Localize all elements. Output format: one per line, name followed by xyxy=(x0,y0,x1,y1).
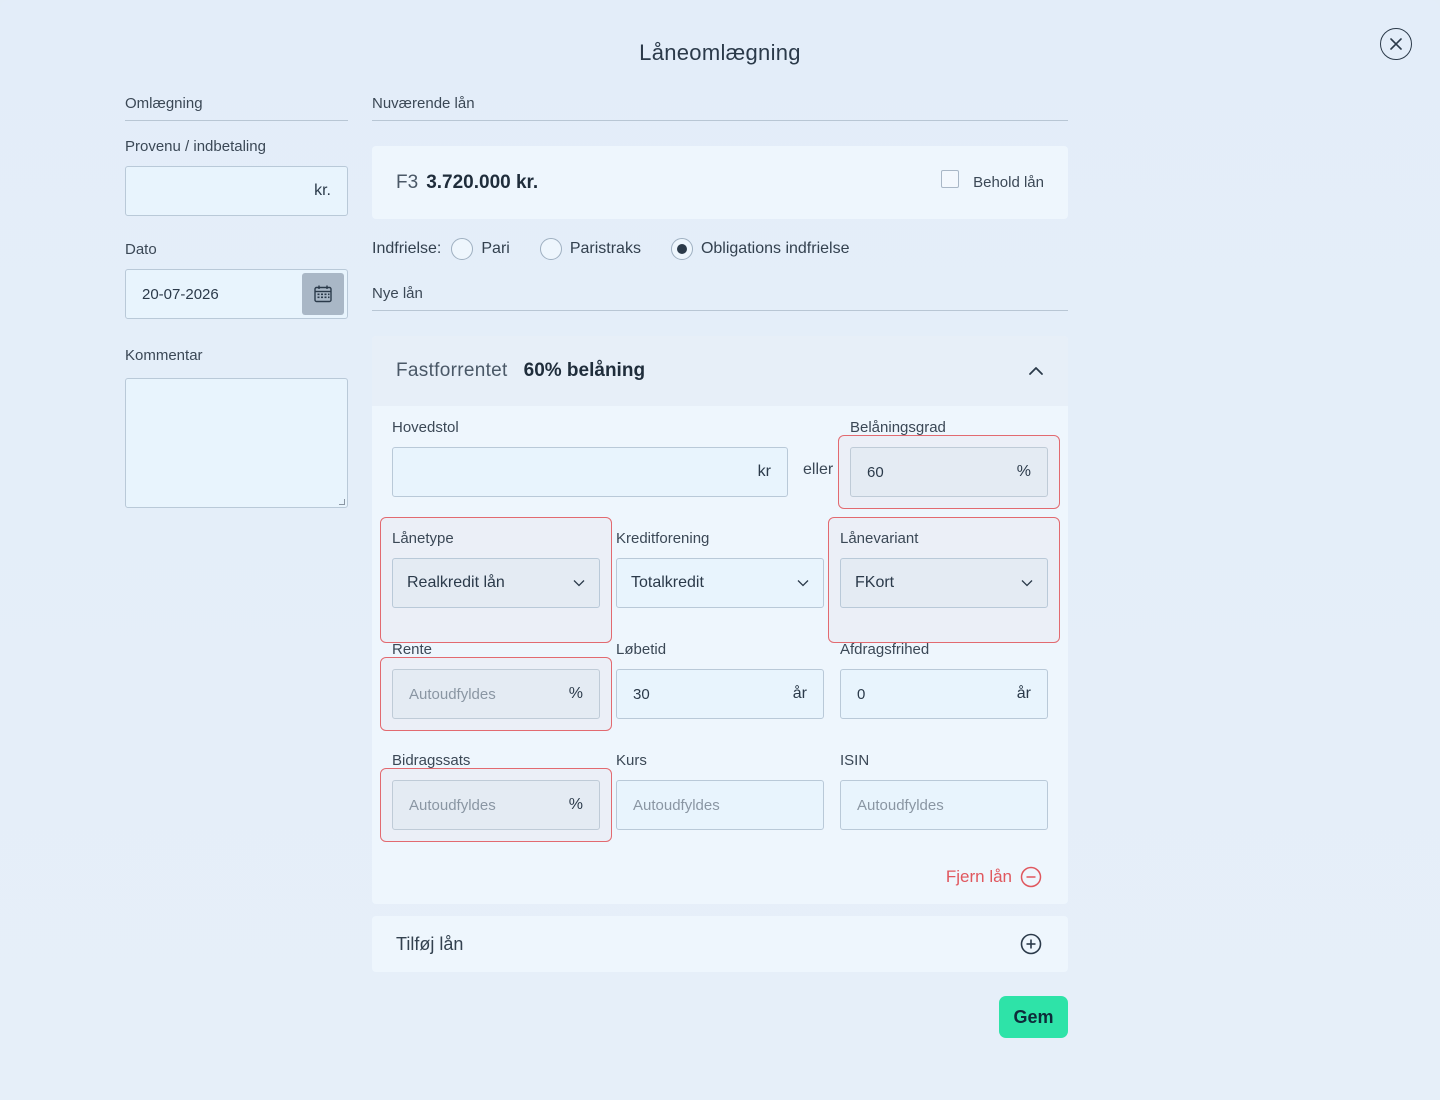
lanetype-select[interactable]: Realkredit lån xyxy=(392,558,600,608)
bidragssats-placeholder: Autoudfyldes xyxy=(409,796,496,814)
provenu-label: Provenu / indbetaling xyxy=(125,138,266,155)
radio-obligations-indfrielse[interactable]: Obligations indfrielse xyxy=(670,238,850,260)
new-loan-belaning-summary: 60% belåning xyxy=(523,360,646,381)
close-icon xyxy=(1390,38,1402,50)
loan-amount: 3.720.000 kr. xyxy=(426,171,539,193)
radio-label: Obligations indfrielse xyxy=(700,240,850,257)
lanetype-value: Realkredit lån xyxy=(407,574,505,591)
lobetid-unit: år xyxy=(792,685,807,702)
loan-restructure-modal: Låneomlægning Omlægning Provenu / indbet… xyxy=(0,0,1440,1100)
keep-loan-control[interactable] xyxy=(941,169,960,188)
new-loan-type: Fastforrentet xyxy=(396,360,508,381)
afdragsfrihed-input[interactable]: 0 år xyxy=(840,669,1048,719)
remove-loan-button[interactable]: Fjern lån xyxy=(946,866,1042,888)
provenu-unit: kr. xyxy=(314,182,331,199)
radio-label: Paristraks xyxy=(569,240,641,257)
kreditforening-label: Kreditforening xyxy=(616,530,710,547)
provenu-input[interactable]: kr. xyxy=(125,166,348,216)
bidragssats-input[interactable]: Autoudfyldes % xyxy=(392,780,600,830)
belaningsgrad-input[interactable]: 60 % xyxy=(850,447,1048,497)
radio-paristraks[interactable]: Paristraks xyxy=(539,238,641,260)
rente-unit: % xyxy=(568,685,583,702)
lobetid-value: 30 xyxy=(633,685,650,703)
loan-code: F3 xyxy=(396,171,419,193)
radio-circle-selected[interactable] xyxy=(670,238,693,260)
bidragssats-label: Bidragssats xyxy=(392,752,471,769)
indfrielse-options: Indfrielse: Pari Paristraks Obligations … xyxy=(372,236,849,262)
kreditforening-value: Totalkredit xyxy=(631,574,704,591)
chevron-down-icon xyxy=(573,580,585,587)
dato-label: Dato xyxy=(125,241,157,258)
calendar-icon xyxy=(314,285,332,303)
kommentar-textarea[interactable] xyxy=(125,378,348,508)
omlaegning-section-label: Omlægning xyxy=(125,95,348,121)
keep-loan-checkbox[interactable] xyxy=(941,169,960,188)
new-loans-section-label: Nye lån xyxy=(372,285,1068,311)
lanevariant-label: Lånevariant xyxy=(840,530,919,547)
lobetid-input[interactable]: 30 år xyxy=(616,669,824,719)
current-loan-card: F3 3.720.000 kr. Behold lån xyxy=(372,146,1068,219)
isin-label: ISIN xyxy=(840,752,870,769)
afdragsfrihed-label: Afdragsfrihed xyxy=(840,641,930,658)
kurs-input[interactable]: Autoudfyldes xyxy=(616,780,824,830)
eller-label: eller xyxy=(803,461,834,478)
current-loan-section-label: Nuværende lån xyxy=(372,95,1068,121)
new-loan-header[interactable]: Fastforrentet 60% belåning xyxy=(372,336,1068,406)
kurs-placeholder: Autoudfyldes xyxy=(633,796,720,814)
chevron-down-icon xyxy=(797,580,809,587)
belaningsgrad-unit: % xyxy=(1016,463,1031,480)
isin-input[interactable]: Autoudfyldes xyxy=(840,780,1048,830)
afdragsfrihed-unit: år xyxy=(1016,685,1031,702)
lanevariant-select[interactable]: FKort xyxy=(840,558,1048,608)
kurs-label: Kurs xyxy=(616,752,647,769)
belaningsgrad-value: 60 xyxy=(867,463,884,481)
rente-placeholder: Autoudfyldes xyxy=(409,685,496,703)
radio-label: Pari xyxy=(481,240,510,257)
calendar-button[interactable] xyxy=(302,273,344,315)
keep-loan-label[interactable]: Behold lån xyxy=(973,174,1044,191)
add-loan-label: Tilføj lån xyxy=(396,933,464,954)
hovedstol-input[interactable]: kr xyxy=(392,447,788,497)
kommentar-label: Kommentar xyxy=(125,347,203,364)
afdragsfrihed-value: 0 xyxy=(857,685,866,703)
radio-circle[interactable] xyxy=(539,238,562,260)
close-button[interactable] xyxy=(1380,28,1412,60)
bidragssats-unit: % xyxy=(568,796,583,813)
hovedstol-label: Hovedstol xyxy=(392,419,459,436)
chevron-down-icon xyxy=(1021,580,1033,587)
hovedstol-unit: kr xyxy=(757,463,771,480)
isin-placeholder: Autoudfyldes xyxy=(857,796,944,814)
lobetid-label: Løbetid xyxy=(616,641,667,658)
kreditforening-select[interactable]: Totalkredit xyxy=(616,558,824,608)
save-button[interactable]: Gem xyxy=(999,996,1068,1038)
lanevariant-value: FKort xyxy=(855,574,895,591)
modal-title: Låneomlægning xyxy=(639,40,801,65)
rente-label: Rente xyxy=(392,641,433,658)
resize-grip-icon[interactable] xyxy=(339,499,345,505)
new-loan-card: Fastforrentet 60% belåning Hovedstol kr … xyxy=(372,336,1068,904)
indfrielse-label: Indfrielse: xyxy=(372,240,442,257)
belaningsgrad-label: Belåningsgrad xyxy=(850,419,946,436)
dato-input[interactable]: 20-07-2026 xyxy=(125,269,348,319)
remove-loan-label: Fjern lån xyxy=(945,867,1012,886)
plus-circle-icon xyxy=(1020,933,1042,955)
radio-circle[interactable] xyxy=(451,238,474,260)
rente-input[interactable]: Autoudfyldes % xyxy=(392,669,600,719)
minus-circle-icon xyxy=(1020,866,1042,888)
chevron-up-icon[interactable] xyxy=(1028,366,1044,376)
radio-pari[interactable]: Pari xyxy=(451,238,510,260)
add-loan-button[interactable]: Tilføj lån xyxy=(372,916,1068,972)
lanetype-label: Lånetype xyxy=(392,530,454,547)
